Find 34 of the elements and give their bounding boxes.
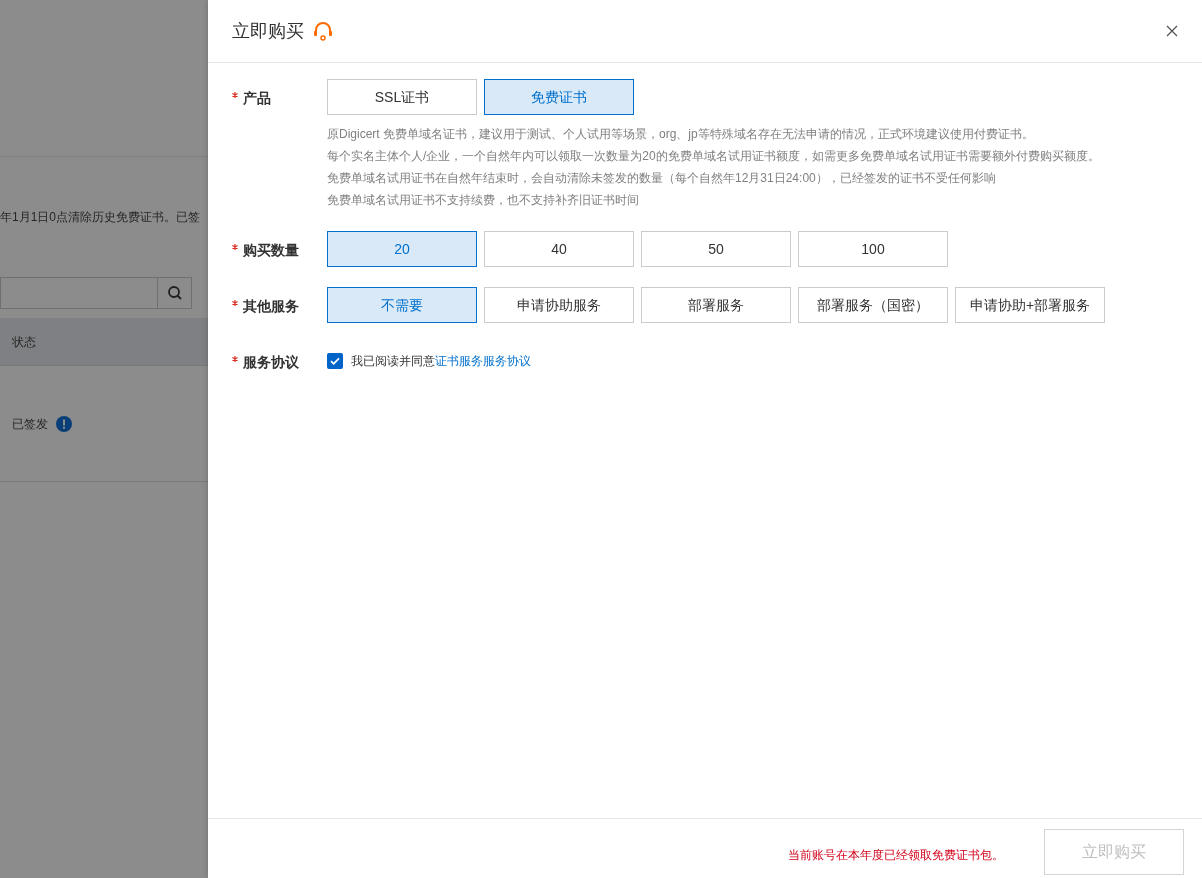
field-label: 服务协议 [243,353,299,372]
headset-icon[interactable] [312,21,334,41]
column-header: 状态 [12,333,36,351]
info-icon [56,415,72,432]
option-button[interactable]: 100 [798,231,948,267]
description-text: 免费单域名试用证书在自然年结束时，会自动清除未签发的数量（每个自然年12月31日24:00），已经签发的证书不受任何影响 [327,170,997,187]
search-button[interactable] [158,277,192,309]
option-button[interactable]: 40 [484,231,634,267]
field-label: 产品 [243,89,271,108]
close-icon[interactable] [1166,25,1178,37]
option-button[interactable]: 部署服务 [641,287,791,323]
check-icon [329,355,341,367]
option-button[interactable]: 不需要 [327,287,477,323]
field-label: 购买数量 [243,241,299,260]
option-button[interactable]: 50 [641,231,791,267]
description-text: 免费单域名试用证书不支持续费，也不支持补齐旧证书时间 [327,192,640,209]
drawer-title: 立即购买 [232,19,304,43]
option-button[interactable]: 部署服务（国密） [798,287,948,323]
field-label: 其他服务 [243,297,299,316]
notice-text: 年1月1日0点清除历史免费证书。已签 [0,210,201,224]
checkbox[interactable] [327,353,343,369]
search-icon [166,285,183,301]
warning-text: 当前账号在本年度已经领取免费证书包。 [788,846,1004,864]
option-button[interactable]: SSL证书 [327,79,477,115]
description-text: 原Digicert 免费单域名证书，建议用于测试、个人试用等场景，org、jp等特殊域名存在无法申请的情况，正式环境建议使用付费证书。 [327,126,1035,143]
option-button[interactable]: 免费证书 [484,79,634,115]
option-button[interactable]: 申请协助+部署服务 [955,287,1105,323]
description-text: 每个实名主体个人/企业，一个自然年内可以领取一次数量为20的免费单域名试用证书额度，如需更多免费单域名试用证书需要额外付费购买额度。 [327,148,1100,165]
agreement-link[interactable]: 证书服务服务协议 [435,354,531,368]
status-text: 已签发 [12,415,48,433]
agreement-text: 我已阅读并同意证书服务服务协议 [351,353,531,370]
option-button[interactable]: 20 [327,231,477,267]
search-field[interactable] [0,277,158,309]
option-button[interactable]: 申请协助服务 [484,287,634,323]
